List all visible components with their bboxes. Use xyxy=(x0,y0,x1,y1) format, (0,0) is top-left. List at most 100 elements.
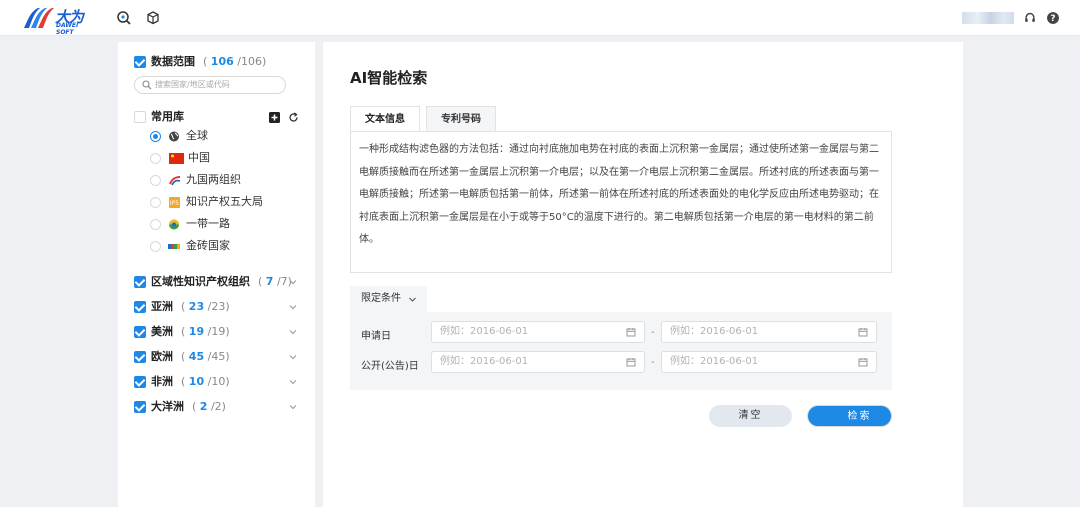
add-library-icon[interactable] xyxy=(269,112,280,123)
chevron-down-icon[interactable] xyxy=(289,353,297,361)
publication-date-start[interactable]: 例如：2016-06-01 xyxy=(431,351,645,373)
option-nine-nations[interactable]: 九国两组织 xyxy=(150,172,241,188)
group-checkbox-americas[interactable] xyxy=(134,326,146,338)
radio-belt-road[interactable] xyxy=(150,218,161,230)
chevron-down-icon[interactable] xyxy=(289,403,297,411)
top-bar: 大为 DAWEI SOFT ? xyxy=(0,0,1080,36)
region-filter-panel: 数据范围 ( 106 /106) 搜索国家/地区或代码 常用库 全球 中国 九国两… xyxy=(118,42,315,507)
application-date-end-placeholder: 例如：2016-06-01 xyxy=(670,326,759,337)
group-label-europe: 欧洲 xyxy=(151,350,173,363)
tab-text-info[interactable]: 文本信息 xyxy=(350,106,420,132)
conditions-panel: 申请日 例如：2016-06-01 - 例如：2016-06-01 公开(公告)… xyxy=(350,312,892,390)
svg-text:IP5: IP5 xyxy=(170,200,179,207)
group-label-americas: 美洲 xyxy=(151,325,173,338)
group-row-africa[interactable]: 非洲 ( 10 /10) xyxy=(134,374,230,390)
group-label-africa: 非洲 xyxy=(151,375,173,388)
group-count-americas: ( 19 /19) xyxy=(181,325,230,338)
chevron-down-icon xyxy=(409,297,416,302)
refresh-icon[interactable] xyxy=(288,112,299,123)
ai-search-panel: AI智能检索 文本信息 专利号码 一种形成结构滤色器的方法包括：通过向衬底施加电… xyxy=(323,42,963,507)
chevron-down-icon[interactable] xyxy=(289,303,297,311)
logo-mark-icon xyxy=(24,8,54,28)
radio-ip5[interactable] xyxy=(150,196,161,208)
tab-patent-number[interactable]: 专利号码 xyxy=(426,106,496,132)
calendar-icon xyxy=(626,328,636,337)
chevron-down-icon[interactable] xyxy=(289,328,297,336)
group-row-oceania[interactable]: 大洋洲 ( 2 /2) xyxy=(134,399,226,415)
group-row-americas[interactable]: 美洲 ( 19 /19) xyxy=(134,324,230,340)
group-label-regional: 区域性知识产权组织 xyxy=(151,275,250,288)
group-count-regional: ( 7 /7) xyxy=(258,275,292,288)
radio-nine-nations[interactable] xyxy=(150,174,161,186)
svg-text:?: ? xyxy=(1050,14,1055,24)
region-search-input[interactable]: 搜索国家/地区或代码 xyxy=(134,76,286,94)
brand-logo[interactable]: 大为 DAWEI SOFT xyxy=(22,6,92,36)
common-library-row[interactable]: 常用库 xyxy=(134,109,184,125)
radio-china[interactable] xyxy=(150,152,161,164)
brics-icon xyxy=(168,243,180,249)
publication-date-start-placeholder: 例如：2016-06-01 xyxy=(440,356,529,367)
radio-global[interactable] xyxy=(150,130,161,142)
common-library-label: 常用库 xyxy=(151,110,184,123)
group-count-oceania: ( 2 /2) xyxy=(192,400,226,413)
application-date-start[interactable]: 例如：2016-06-01 xyxy=(431,321,645,343)
query-textarea[interactable]: 一种形成结构滤色器的方法包括：通过向衬底施加电势在衬底的表面上沉积第一金属层；通… xyxy=(350,131,892,273)
data-scope-row[interactable]: 数据范围 ( 106 /106) xyxy=(134,54,266,70)
nine-nations-icon xyxy=(169,175,181,185)
option-global[interactable]: 全球 xyxy=(150,128,208,144)
publication-date-end[interactable]: 例如：2016-06-01 xyxy=(661,351,877,373)
data-scope-count: ( 106 /106) xyxy=(203,55,267,68)
group-row-regional[interactable]: 区域性知识产权组织 ( 7 /7) xyxy=(134,274,292,290)
conditions-label: 限定条件 xyxy=(361,293,401,304)
date-separator: - xyxy=(651,357,655,368)
group-count-asia: ( 23 /23) xyxy=(181,300,230,313)
application-date-start-placeholder: 例如：2016-06-01 xyxy=(440,326,529,337)
brand-name-en: DAWEI SOFT xyxy=(56,22,79,36)
option-ip5[interactable]: IP5 知识产权五大局 xyxy=(150,194,263,210)
option-ip5-label: 知识产权五大局 xyxy=(186,195,263,208)
data-scope-label: 数据范围 xyxy=(151,55,195,68)
page-title: AI智能检索 xyxy=(350,69,428,87)
radio-brics[interactable] xyxy=(150,240,161,252)
group-checkbox-africa[interactable] xyxy=(134,376,146,388)
option-global-label: 全球 xyxy=(186,129,208,142)
option-brics[interactable]: 金砖国家 xyxy=(150,238,230,254)
group-row-europe[interactable]: 欧洲 ( 45 /45) xyxy=(134,349,230,365)
group-row-asia[interactable]: 亚洲 ( 23 /23) xyxy=(134,299,230,315)
application-date-end[interactable]: 例如：2016-06-01 xyxy=(661,321,877,343)
group-label-oceania: 大洋洲 xyxy=(151,400,184,413)
group-checkbox-asia[interactable] xyxy=(134,301,146,313)
search-history-icon[interactable] xyxy=(116,10,132,26)
search-button[interactable]: 检索 xyxy=(807,405,892,427)
option-china[interactable]: 中国 xyxy=(150,150,210,166)
calendar-icon xyxy=(626,358,636,367)
ip5-icon: IP5 xyxy=(169,196,180,208)
headset-icon[interactable] xyxy=(1024,12,1036,24)
date-separator: - xyxy=(651,327,655,338)
group-label-asia: 亚洲 xyxy=(151,300,173,313)
globe-icon xyxy=(169,131,179,141)
help-icon[interactable]: ? xyxy=(1047,12,1059,24)
calendar-icon xyxy=(858,328,868,337)
publication-date-end-placeholder: 例如：2016-06-01 xyxy=(670,356,759,367)
group-checkbox-europe[interactable] xyxy=(134,351,146,363)
option-belt-road[interactable]: 一带一路 xyxy=(150,216,230,232)
region-search-placeholder: 搜索国家/地区或代码 xyxy=(155,80,230,89)
option-china-label: 中国 xyxy=(188,151,210,164)
data-scope-checkbox[interactable] xyxy=(134,56,146,68)
user-avatar[interactable] xyxy=(962,12,1014,24)
chevron-down-icon[interactable] xyxy=(289,278,297,286)
application-date-label: 申请日 xyxy=(361,331,391,342)
cube-icon[interactable] xyxy=(145,10,161,26)
chevron-down-icon[interactable] xyxy=(289,378,297,386)
belt-road-icon xyxy=(169,219,179,229)
group-count-europe: ( 45 /45) xyxy=(181,350,230,363)
group-checkbox-oceania[interactable] xyxy=(134,401,146,413)
conditions-toggle[interactable]: 限定条件 xyxy=(350,286,427,312)
calendar-icon xyxy=(858,358,868,367)
option-brics-label: 金砖国家 xyxy=(186,239,230,252)
option-nine-nations-label: 九国两组织 xyxy=(186,173,241,186)
group-checkbox-regional[interactable] xyxy=(134,276,146,288)
common-library-checkbox[interactable] xyxy=(134,111,146,123)
clear-button[interactable]: 清空 xyxy=(709,405,792,427)
